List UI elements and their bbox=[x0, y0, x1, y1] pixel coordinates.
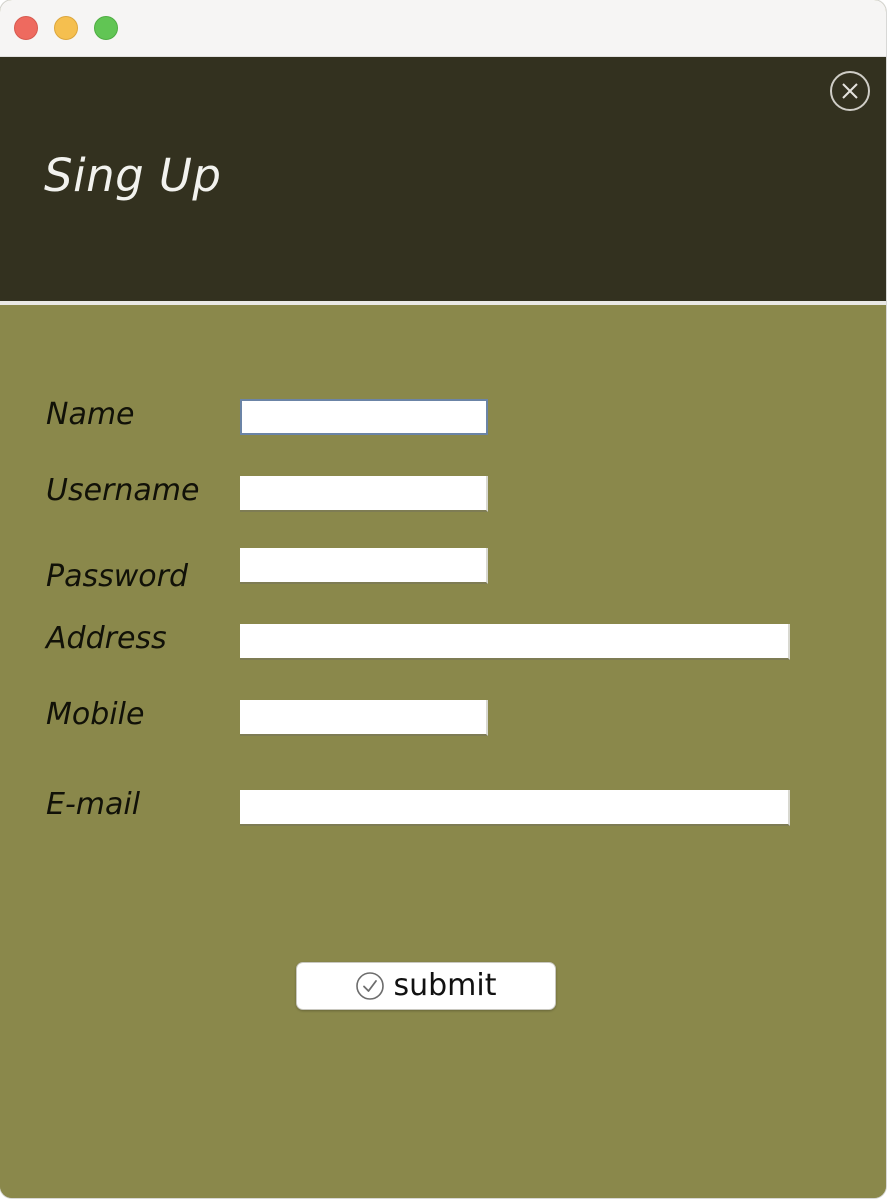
name-field[interactable] bbox=[240, 399, 488, 435]
mobile-label: Mobile bbox=[46, 697, 145, 732]
window-maximize-button[interactable] bbox=[94, 16, 118, 40]
signup-form: Name Username Password Address Mobile E-… bbox=[0, 305, 886, 1198]
address-field[interactable] bbox=[240, 624, 790, 660]
address-label: Address bbox=[46, 621, 167, 656]
window-minimize-button[interactable] bbox=[54, 16, 78, 40]
window-close-button[interactable] bbox=[14, 16, 38, 40]
submit-label: submit bbox=[393, 968, 497, 1003]
password-field[interactable] bbox=[240, 548, 488, 584]
email-field[interactable] bbox=[240, 790, 790, 826]
password-label: Password bbox=[46, 559, 189, 594]
close-icon[interactable] bbox=[830, 71, 870, 111]
email-label: E-mail bbox=[46, 787, 141, 822]
username-label: Username bbox=[46, 473, 200, 508]
check-circle-icon bbox=[355, 971, 385, 1001]
submit-button[interactable]: submit bbox=[296, 962, 556, 1010]
mobile-field[interactable] bbox=[240, 700, 488, 736]
name-label: Name bbox=[46, 397, 135, 432]
header-panel: Sing Up bbox=[0, 57, 886, 301]
username-field[interactable] bbox=[240, 476, 488, 512]
page-title: Sing Up bbox=[44, 149, 222, 202]
title-bar bbox=[0, 0, 886, 57]
signup-window: Sing Up Name Username Password Address M… bbox=[0, 0, 886, 1198]
